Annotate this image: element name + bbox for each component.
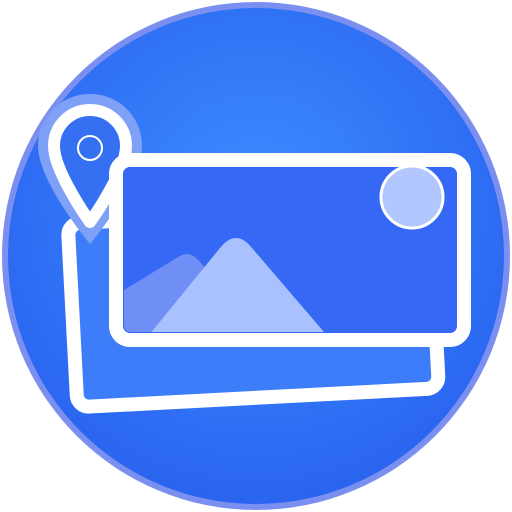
app-icon-graphic <box>2 2 510 510</box>
pin-dot <box>77 135 103 161</box>
front-photo-card <box>109 153 471 347</box>
sun-icon <box>379 164 445 230</box>
app-icon <box>0 0 512 512</box>
